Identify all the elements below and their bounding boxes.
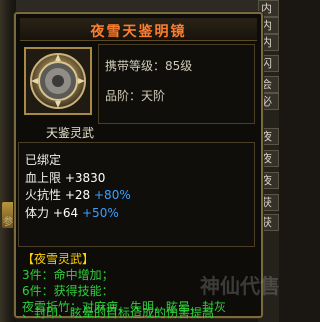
stat-value: +28: [64, 188, 91, 202]
stat-label: 血上限: [25, 171, 62, 185]
stat-row: 火抗性 +28 +80%: [25, 186, 131, 203]
tooltip-title-bar: 夜雪天鉴明镜: [20, 18, 257, 41]
stat-label: 体力: [25, 206, 50, 220]
set-bonus-6: 6件：获得技能：: [22, 284, 114, 298]
stat-percent: +80%: [94, 188, 131, 202]
level-requirement: 携带等级：85级: [105, 59, 193, 73]
watermark: 神仙代售: [200, 274, 280, 298]
item-stats-box: 已绑定 血上限 +3830 火抗性 +28 +80% 体力 +64 +50%: [18, 142, 255, 247]
stat-label: 火抗性: [25, 188, 62, 202]
item-info-box: 携带等级：85级 品阶：天阶: [98, 44, 255, 124]
set-skill-line-2: 、封印、眩晕的目标造成的伤害提高: [22, 306, 215, 320]
stat-value: +64: [52, 206, 79, 220]
bound-status: 已绑定: [25, 153, 62, 167]
item-type-name: 天鉴灵武: [46, 126, 95, 140]
item-icon-frame: [24, 47, 92, 115]
stat-row: 体力 +64 +50%: [25, 204, 119, 221]
stat-value: +3830: [64, 171, 106, 185]
set-name: 【夜雪灵武】: [22, 252, 95, 266]
item-title: 夜雪天鉴明镜: [90, 24, 187, 40]
bronze-mirror-icon: [26, 49, 90, 113]
item-rank: 品阶：天阶: [105, 89, 166, 103]
stat-row: 血上限 +3830: [25, 169, 105, 186]
set-bonus-3: 3件：命中增加；: [22, 268, 114, 282]
stat-percent: +50%: [82, 206, 119, 220]
